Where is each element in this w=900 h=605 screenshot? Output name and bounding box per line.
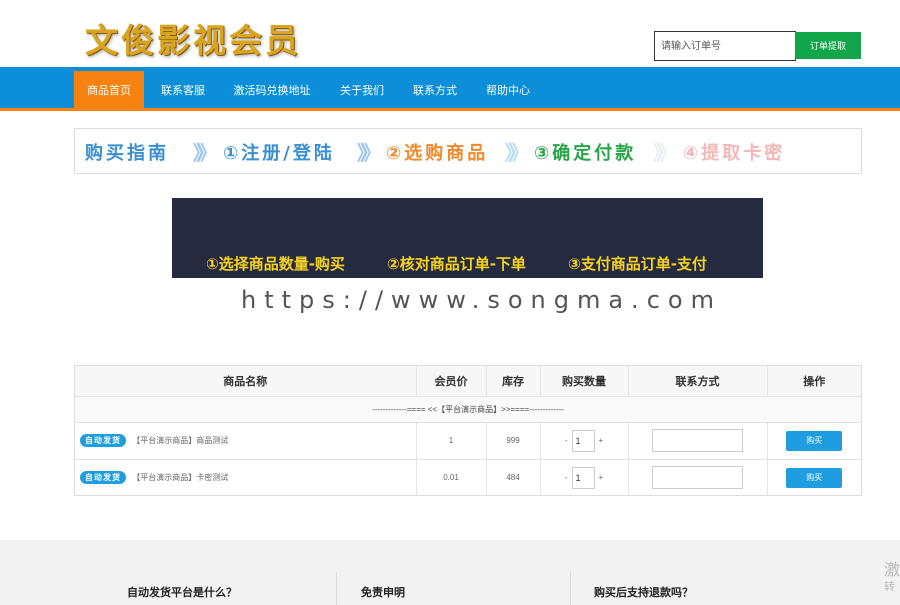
qty-minus-button[interactable]: - <box>565 436 568 445</box>
product-name[interactable]: 【平台演示商品】商品测试 <box>132 436 228 445</box>
contact-input[interactable] <box>652 466 743 490</box>
activation-watermark: 激 <box>884 560 900 579</box>
contact-cell <box>628 422 768 460</box>
contact-input[interactable] <box>652 429 743 452</box>
guide-step-pay: ③确定付款 <box>534 143 637 164</box>
site-header: 文俊影视会员 订单提取 <box>0 0 900 67</box>
col-price: 会员价 <box>416 366 487 397</box>
product-name-cell[interactable]: 自动发货 【平台演示商品】卡密测试 <box>75 459 417 496</box>
nav-item-about-us[interactable]: 关于我们 <box>331 71 393 111</box>
qty-plus-button[interactable]: + <box>599 436 604 445</box>
col-contact: 联系方式 <box>628 366 768 397</box>
col-stock: 库存 <box>486 366 541 397</box>
faq-refund[interactable]: 购买后支持退款吗？ <box>594 584 693 600</box>
double-arrow-icon: 》》 <box>193 141 217 165</box>
site-logo[interactable]: 文俊影视会员 <box>85 14 301 62</box>
action-cell: 购买 <box>767 459 861 496</box>
guide-title: 购买指南 <box>85 143 169 164</box>
footer-divider <box>336 572 337 605</box>
footer-divider <box>570 572 571 605</box>
guide-step-extract: ④提取卡密 <box>683 143 786 164</box>
nav-item-home[interactable]: 商品首页 <box>74 71 144 111</box>
product-name-cell[interactable]: 自动发货 【平台演示商品】商品测试 <box>75 422 417 460</box>
double-arrow-icon: 》》 <box>357 141 381 165</box>
order-search-input[interactable] <box>654 31 796 61</box>
double-arrow-icon: 》》 <box>653 141 677 165</box>
buy-button[interactable]: 购买 <box>786 430 843 451</box>
quantity-input[interactable] <box>571 466 595 489</box>
product-stock: 484 <box>486 459 541 496</box>
guide-step-register: ①注册/登陆 <box>223 143 335 164</box>
auto-delivery-badge: 自动发货 <box>80 434 126 447</box>
quantity-cell: - + <box>540 422 629 460</box>
buy-button[interactable]: 购买 <box>786 467 843 488</box>
qty-plus-button[interactable]: + <box>599 473 604 482</box>
table-group-row: -------------==== <<【平台演示商品】>>====------… <box>75 396 861 423</box>
watermark-text: https://www.songma.com <box>241 286 722 314</box>
guide-step-select: ②选购商品 <box>386 143 489 164</box>
quantity-cell: - + <box>540 459 629 496</box>
product-stock: 999 <box>486 422 541 460</box>
order-search-button[interactable]: 订单提取 <box>795 32 861 59</box>
quantity-stepper: - + <box>565 466 604 489</box>
nav-item-help-center[interactable]: 帮助中心 <box>477 71 539 111</box>
activation-watermark-sub: 转 <box>884 580 895 593</box>
table-header-row: 商品名称 会员价 库存 购买数量 联系方式 操作 <box>75 366 861 397</box>
col-quantity: 购买数量 <box>540 366 629 397</box>
col-product-name: 商品名称 <box>75 366 417 397</box>
main-nav: 商品首页 联系客服 激活码兑换地址 关于我们 联系方式 帮助中心 <box>0 67 900 111</box>
group-label: -------------==== <<【平台演示商品】>>====------… <box>75 396 861 423</box>
contact-cell <box>628 459 768 496</box>
action-cell: 购买 <box>767 422 861 460</box>
qty-minus-button[interactable]: - <box>565 473 568 482</box>
double-arrow-icon: 》》 <box>505 141 529 165</box>
quantity-stepper: - + <box>565 429 604 452</box>
banner-step-3: ③支付商品订单-支付 <box>568 255 707 273</box>
faq-disclaimer[interactable]: 免责申明 <box>361 584 405 600</box>
nav-item-customer-service[interactable]: 联系客服 <box>152 71 214 111</box>
banner-step-2: ②核对商品订单-下单 <box>387 255 526 273</box>
product-price: 0.01 <box>416 459 487 496</box>
nav-item-contact[interactable]: 联系方式 <box>404 71 466 111</box>
nav-item-activation-code[interactable]: 激活码兑换地址 <box>224 71 320 111</box>
banner-step-1: ①选择商品数量-购买 <box>206 255 345 273</box>
table-row: 自动发货 【平台演示商品】商品测试 1 999 - + 购买 <box>75 422 861 460</box>
col-action: 操作 <box>767 366 861 397</box>
product-name[interactable]: 【平台演示商品】卡密测试 <box>132 473 228 482</box>
table-row: 自动发货 【平台演示商品】卡密测试 0.01 484 - + 购买 <box>75 459 861 496</box>
purchase-guide: 购买指南 》》 ①注册/登陆 》》 ②选购商品 》》 ③确定付款 》》 ④提取卡… <box>74 128 862 174</box>
auto-delivery-badge: 自动发货 <box>80 471 126 485</box>
promo-banner: ①选择商品数量-购买 ②核对商品订单-下单 ③支付商品订单-支付 <box>172 198 763 278</box>
quantity-input[interactable] <box>571 429 595 452</box>
faq-what-is-platform[interactable]: 自动发货平台是什么？ <box>127 584 237 600</box>
product-price: 1 <box>416 422 487 460</box>
product-table: 商品名称 会员价 库存 购买数量 联系方式 操作 -------------==… <box>74 365 862 496</box>
